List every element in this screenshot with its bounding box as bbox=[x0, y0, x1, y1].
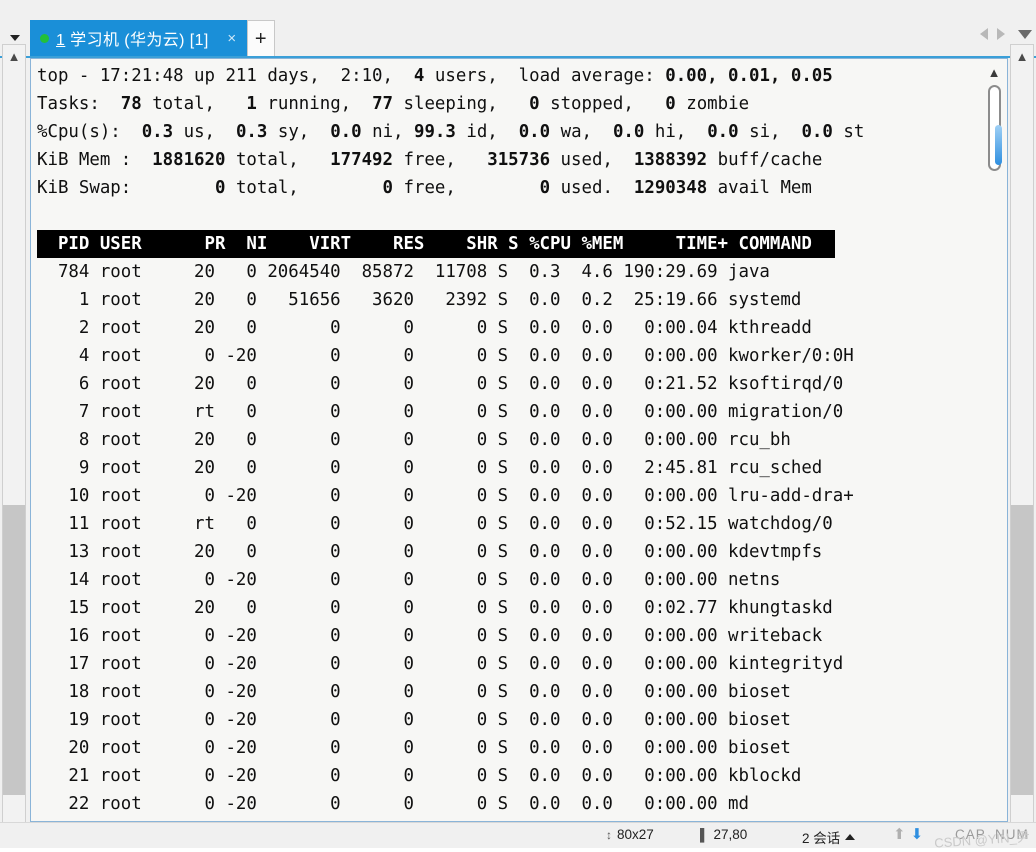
terminal-header-line: top - 17:21:48 up 211 days, 2:10, 4 user… bbox=[37, 66, 833, 86]
status-cursor-position: ▌ 27,80 bbox=[700, 827, 747, 842]
chevron-up-icon: ▲ bbox=[1015, 48, 1029, 64]
process-row: 17 root 0 -20 0 0 0 S 0.0 0.0 0:00.00 ki… bbox=[37, 654, 844, 674]
process-row: 4 root 0 -20 0 0 0 S 0.0 0.0 0:00.00 kwo… bbox=[37, 346, 854, 366]
process-row: 22 root 0 -20 0 0 0 S 0.0 0.0 0:00.00 md bbox=[37, 794, 749, 814]
cursor-position-value: 27,80 bbox=[713, 827, 748, 842]
tab-session-badge: [1] bbox=[189, 32, 209, 49]
left-scrollbar[interactable]: ▲ ▼ bbox=[2, 44, 26, 844]
status-num-lock: NUM bbox=[995, 827, 1029, 842]
process-row: 6 root 20 0 0 0 0 S 0.0 0.0 0:21.52 ksof… bbox=[37, 374, 844, 394]
process-table-header: PID USER PR NI VIRT RES SHR S %CPU %MEM … bbox=[37, 230, 1007, 258]
resize-icon: ↕ bbox=[606, 827, 612, 842]
new-tab-button[interactable]: + bbox=[246, 20, 275, 56]
right-scrollbar[interactable]: ▲ ▼ bbox=[1010, 44, 1034, 844]
terminal-output-pane[interactable]: top - 17:21:48 up 211 days, 2:10, 4 user… bbox=[30, 58, 1008, 822]
process-row: 9 root 20 0 0 0 0 S 0.0 0.0 2:45.81 rcu_… bbox=[37, 458, 823, 478]
process-row: 1 root 20 0 51656 3620 2392 S 0.0 0.2 25… bbox=[37, 290, 802, 310]
scroll-up-button-left[interactable]: ▲ bbox=[3, 45, 25, 67]
caret-down-icon[interactable] bbox=[1018, 29, 1032, 39]
process-row: 784 root 20 0 2064540 85872 11708 S 0.3 … bbox=[37, 262, 770, 282]
status-caps-lock: CAP bbox=[955, 827, 986, 842]
status-terminal-size: ↕ 80x27 bbox=[606, 827, 654, 842]
terminal-inner-slider[interactable]: ▲ bbox=[985, 65, 1003, 171]
process-row: 19 root 0 -20 0 0 0 S 0.0 0.0 0:00.00 bi… bbox=[37, 710, 791, 730]
triangle-left-icon[interactable] bbox=[980, 28, 988, 40]
cursor-position-icon: ▌ bbox=[700, 827, 709, 842]
sessions-count-label: 2 会话 bbox=[802, 831, 841, 846]
window-top-strip bbox=[0, 0, 1036, 20]
tab-index-label: 1 bbox=[56, 32, 66, 49]
process-row: 14 root 0 -20 0 0 0 S 0.0 0.0 0:00.00 ne… bbox=[37, 570, 781, 590]
process-row: 2 root 20 0 0 0 0 S 0.0 0.0 0:00.04 kthr… bbox=[37, 318, 812, 338]
process-row: 10 root 0 -20 0 0 0 S 0.0 0.0 0:00.00 lr… bbox=[37, 486, 854, 506]
caret-down-icon bbox=[10, 35, 20, 41]
terminal-size-value: 80x27 bbox=[617, 827, 654, 842]
status-transfer-indicators: ⬆ ⬇ bbox=[893, 827, 923, 842]
process-row: 20 root 0 -20 0 0 0 S 0.0 0.0 0:00.00 bi… bbox=[37, 738, 791, 758]
left-scrollbar-thumb[interactable] bbox=[3, 505, 25, 795]
slider-thumb[interactable] bbox=[995, 125, 1002, 165]
arrow-up-icon: ⬆ bbox=[893, 826, 906, 843]
caret-up-icon[interactable] bbox=[845, 834, 856, 840]
terminal-header-line: Tasks: 78 total, 1 running, 77 sleeping,… bbox=[37, 94, 750, 114]
process-row: 18 root 0 -20 0 0 0 S 0.0 0.0 0:00.00 bi… bbox=[37, 682, 791, 702]
status-bar: ↕ 80x27 ▌ 27,80 2 会话 ⬆ ⬇ CAP NUM bbox=[0, 822, 1036, 848]
terminal-header-line: KiB Swap: 0 total, 0 free, 0 used. 12903… bbox=[37, 178, 812, 198]
status-sessions[interactable]: 2 会话 bbox=[802, 827, 856, 847]
triangle-right-icon[interactable] bbox=[997, 28, 1005, 40]
tab-bar: 1 学习机 (华为云) [1] × + bbox=[0, 20, 1036, 58]
slider-track[interactable] bbox=[988, 85, 1002, 171]
scroll-up-button-right[interactable]: ▲ bbox=[1011, 45, 1033, 67]
process-row: 7 root rt 0 0 0 0 S 0.0 0.0 0:00.00 migr… bbox=[37, 402, 844, 422]
terminal-app-window: 1 学习机 (华为云) [1] × + ▲ ▼ ▲ ▼ top - 17:21:… bbox=[0, 0, 1036, 851]
process-row: 8 root 20 0 0 0 0 S 0.0 0.0 0:00.00 rcu_… bbox=[37, 430, 791, 450]
connected-green-dot-icon bbox=[40, 33, 49, 43]
arrow-down-icon: ⬇ bbox=[910, 826, 924, 843]
tab-nav-controls bbox=[980, 28, 1032, 40]
process-row: 13 root 20 0 0 0 0 S 0.0 0.0 0:00.00 kde… bbox=[37, 542, 823, 562]
right-scrollbar-thumb[interactable] bbox=[1011, 505, 1033, 795]
process-row: 15 root 20 0 0 0 0 S 0.0 0.0 0:02.77 khu… bbox=[37, 598, 833, 618]
terminal-text: top - 17:21:48 up 211 days, 2:10, 4 user… bbox=[37, 62, 1007, 821]
tab-name-label: 学习机 (华为云) bbox=[70, 32, 185, 49]
tab-title: 1 学习机 (华为云) [1] bbox=[56, 26, 209, 50]
process-row: 16 root 0 -20 0 0 0 S 0.0 0.0 0:00.00 wr… bbox=[37, 626, 823, 646]
terminal-header-line: %Cpu(s): 0.3 us, 0.3 sy, 0.0 ni, 99.3 id… bbox=[37, 122, 865, 142]
chevron-up-icon: ▲ bbox=[7, 48, 21, 64]
process-row: 11 root rt 0 0 0 0 S 0.0 0.0 0:52.15 wat… bbox=[37, 514, 833, 534]
process-row: 21 root 0 -20 0 0 0 S 0.0 0.0 0:00.00 kb… bbox=[37, 766, 802, 786]
chevron-up-icon[interactable]: ▲ bbox=[985, 65, 1003, 80]
tab-session-1[interactable]: 1 学习机 (华为云) [1] × bbox=[30, 20, 247, 56]
tab-close-icon[interactable]: × bbox=[223, 31, 241, 46]
terminal-header-line: KiB Mem : 1881620 total, 177492 free, 31… bbox=[37, 150, 823, 170]
